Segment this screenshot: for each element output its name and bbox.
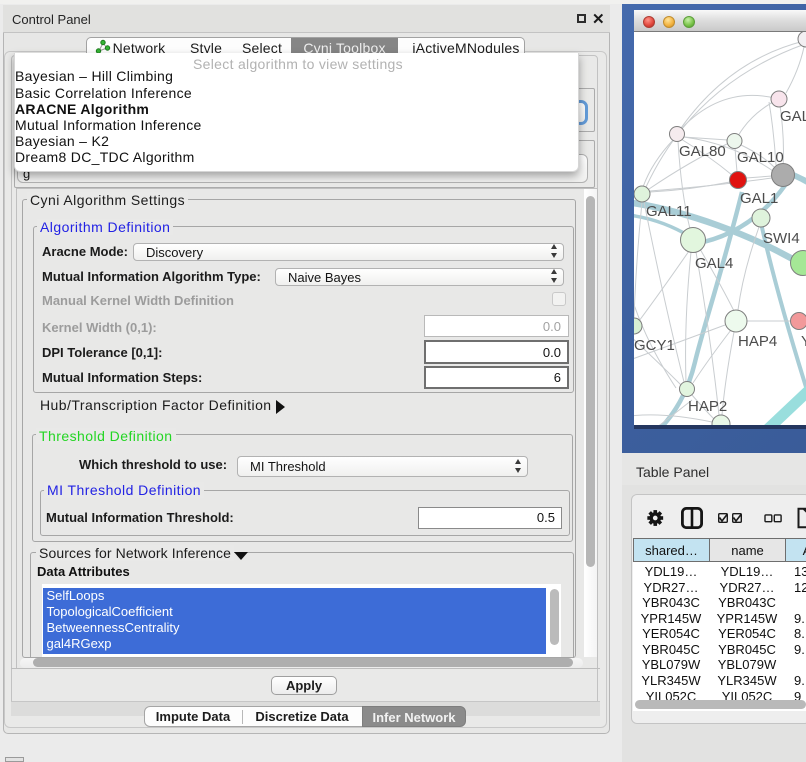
svg-text:GAL11: GAL11: [646, 203, 692, 220]
svg-text:Y: Y: [801, 333, 806, 350]
svg-text:GAL10: GAL10: [737, 149, 784, 166]
svg-text:HAP2: HAP2: [688, 398, 727, 415]
svg-text:GAL: GAL: [780, 108, 806, 125]
svg-text:GAL1: GAL1: [740, 190, 778, 207]
svg-text:HAP4: HAP4: [738, 333, 777, 350]
svg-text:SWI4: SWI4: [763, 230, 800, 247]
svg-text:GAL4: GAL4: [695, 255, 733, 272]
svg-text:GAL80: GAL80: [679, 143, 726, 160]
svg-text:GCY1: GCY1: [634, 337, 675, 354]
